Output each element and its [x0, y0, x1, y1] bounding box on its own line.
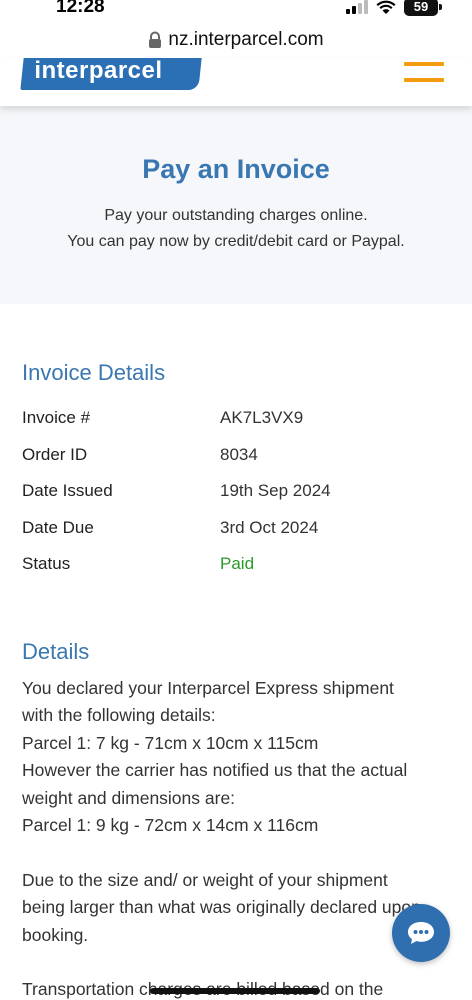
status-icons: 59	[346, 0, 442, 16]
details-line: You declared your Interparcel Express sh…	[22, 677, 394, 698]
details-line: weight and dimensions are:	[22, 787, 236, 808]
details-line: Parcel 1: 9 kg - 72cm x 14cm x 116cm	[22, 815, 319, 835]
details-line: being larger than what was originally de…	[22, 897, 421, 917]
invoice-number-label: Invoice #	[22, 408, 91, 428]
invoice-details-table: Invoice # AK7L3VX9 Order ID 8034 Date Is…	[22, 400, 450, 583]
date-issued-row: Date Issued 19th Sep 2024	[22, 473, 450, 510]
status-time: 12:28	[56, 0, 105, 17]
order-id-label: Order ID	[22, 444, 88, 464]
battery-icon: 59	[404, 0, 442, 16]
date-due-value: 3rd Oct 2024	[220, 517, 319, 537]
chat-bubble-icon[interactable]	[392, 904, 450, 962]
hamburger-menu-icon[interactable]	[404, 62, 444, 82]
site-header: interparcel	[0, 57, 472, 106]
status-badge: Paid	[220, 554, 255, 574]
hero-line-1: Pay your outstanding charges online.	[104, 207, 368, 224]
status-row: Status Paid	[22, 546, 450, 583]
address-bar[interactable]: nz.interparcel.com	[0, 22, 472, 58]
details-paragraph-2: Due to the size and/ or weight of your s…	[22, 867, 450, 950]
date-issued-label: Date Issued	[22, 481, 113, 501]
details-line: Due to the size and/ or weight of your s…	[22, 869, 388, 890]
status-bar: 12:28 59	[0, 0, 472, 22]
main-content: Invoice Details Invoice # AK7L3VX9 Order…	[22, 360, 450, 1000]
details-body: You declared your Interparcel Express sh…	[22, 675, 450, 1000]
home-indicator[interactable]	[150, 988, 320, 994]
details-line: However the carrier has notified us that…	[22, 760, 408, 780]
date-issued-value: 19th Sep 2024	[220, 481, 331, 501]
status-label: Status	[22, 554, 71, 574]
details-heading: Details	[22, 638, 90, 664]
date-due-row: Date Due 3rd Oct 2024	[22, 510, 450, 547]
order-id-value: 8034	[220, 444, 258, 464]
invoice-number-value: AK7L3VX9	[220, 408, 304, 428]
hero-subtitle: Pay your outstanding charges online. You…	[0, 203, 472, 255]
interparcel-logo[interactable]: interparcel	[20, 57, 202, 90]
url-text[interactable]: nz.interparcel.com	[168, 29, 323, 51]
logo-text: interparcel	[34, 57, 163, 84]
details-paragraph-1: You declared your Interparcel Express sh…	[22, 675, 450, 840]
details-line: Parcel 1: 7 kg - 71cm x 10cm x 115cm	[22, 732, 319, 753]
hero-section: Pay an Invoice Pay your outstanding char…	[0, 106, 472, 304]
order-id-row: Order ID 8034	[22, 437, 450, 474]
invoice-details-heading: Invoice Details	[22, 360, 166, 385]
lock-icon	[149, 31, 162, 48]
date-due-label: Date Due	[22, 517, 94, 537]
hero-line-2: You can pay now by credit/debit card or …	[67, 233, 405, 250]
invoice-number-row: Invoice # AK7L3VX9	[22, 400, 450, 437]
details-line: with the following details:	[22, 705, 216, 725]
wifi-icon	[376, 0, 396, 14]
chat-icon-glyph	[408, 922, 434, 944]
cellular-signal-icon	[346, 0, 368, 14]
page-title: Pay an Invoice	[142, 154, 330, 184]
details-line: booking.	[22, 924, 89, 945]
